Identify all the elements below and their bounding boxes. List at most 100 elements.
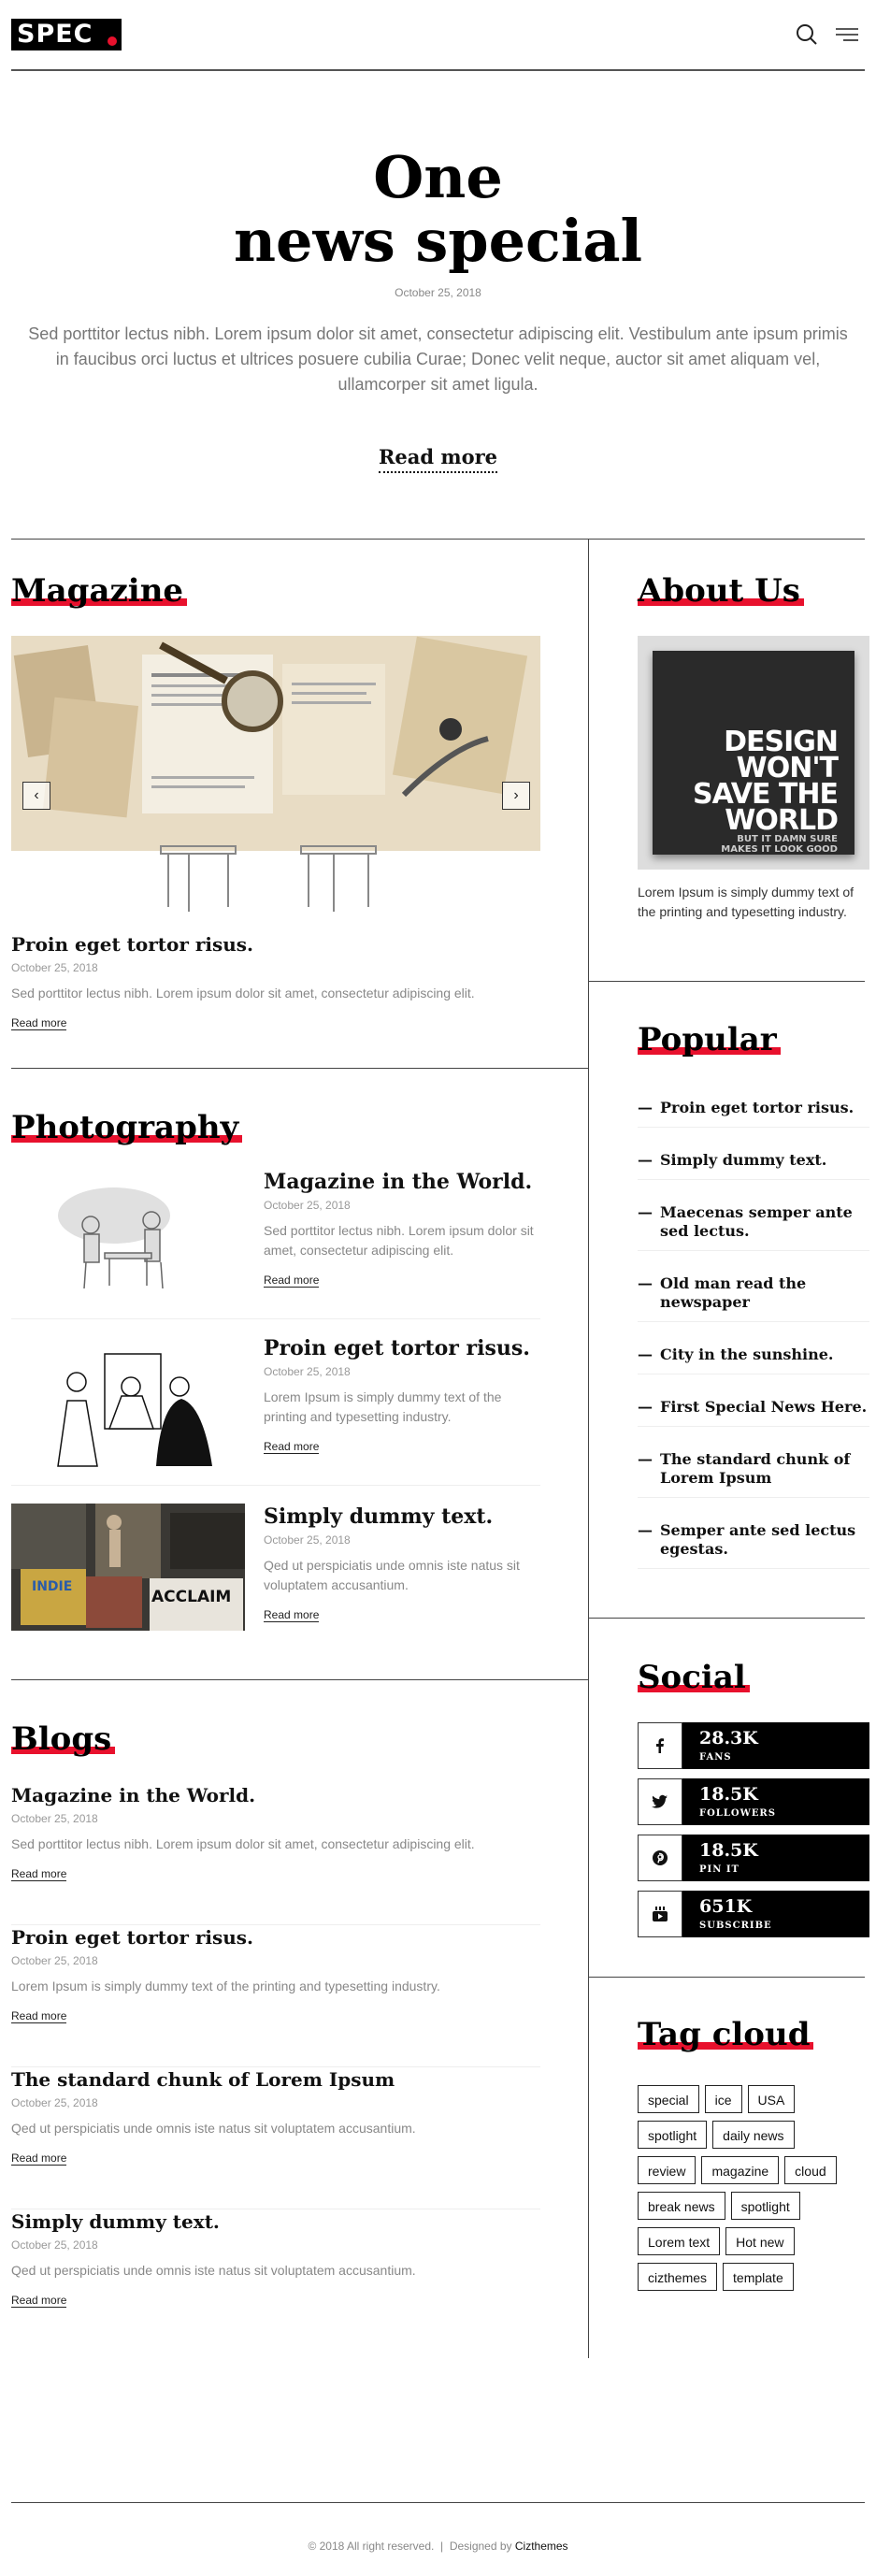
read-more-link[interactable]: Read more: [11, 2294, 67, 2308]
post-excerpt: Qed ut perspiciatis unde omnis iste natu…: [11, 2121, 416, 2136]
tag-item[interactable]: break news: [638, 2192, 725, 2220]
read-more-link[interactable]: Read more: [264, 1608, 320, 1622]
read-more-link[interactable]: Read more: [11, 2151, 67, 2166]
read-more-link[interactable]: Read more: [264, 1274, 320, 1288]
tag-item[interactable]: daily news: [712, 2121, 795, 2149]
post-title[interactable]: The standard chunk of Lorem Ipsum: [11, 2068, 540, 2091]
post-excerpt: Qed ut perspiciatis unde omnis iste natu…: [264, 1558, 520, 1592]
post-date: October 25, 2018: [11, 961, 98, 974]
social-heading: Social: [638, 1659, 750, 1696]
tag-item[interactable]: magazine: [701, 2156, 780, 2184]
popular-item[interactable]: — Proin eget tortor risus.: [638, 1099, 869, 1128]
footer-copyright: © 2018 All right reserved.: [308, 2540, 435, 2553]
menu-icon[interactable]: [834, 22, 858, 47]
post-excerpt: Lorem Ipsum is simply dummy text of the …: [11, 1979, 440, 1993]
social-facebook[interactable]: 28.3K FANS: [638, 1722, 869, 1769]
post-title[interactable]: Simply dummy text.: [11, 2210, 540, 2233]
section-divider: [588, 1977, 865, 1978]
post-date: October 25, 2018: [11, 1954, 98, 1967]
social-count: 18.5K: [699, 1840, 758, 1861]
read-more-link[interactable]: Read more: [11, 2009, 67, 2023]
popular-item[interactable]: — Old man read the newspaper: [638, 1274, 869, 1322]
shop-sign-indie: INDIE: [32, 1579, 72, 1594]
youtube-icon: [638, 1891, 682, 1937]
blogs-heading: Blogs: [11, 1720, 116, 1758]
post-title[interactable]: Magazine in the World.: [11, 1784, 540, 1806]
tag-item[interactable]: Lorem text: [638, 2227, 721, 2255]
social-pinterest[interactable]: 18.5K PIN IT: [638, 1835, 869, 1881]
social-label: PIN IT: [699, 1864, 740, 1875]
blog-post: Magazine in the World. October 25, 2018 …: [11, 1784, 540, 1925]
post-title[interactable]: Magazine in the World.: [264, 1171, 540, 1193]
read-more-link[interactable]: Read more: [11, 1867, 67, 1881]
hero-read-more-link[interactable]: Read more: [378, 445, 498, 473]
tag-item[interactable]: special: [638, 2085, 699, 2113]
post-date: October 25, 2018: [264, 1365, 351, 1378]
about-image: DESIGN WON'T SAVE THE WORLD BUT IT DAMN …: [638, 636, 869, 870]
post-thumbnail[interactable]: [11, 1335, 245, 1475]
tag-item[interactable]: cizthemes: [638, 2263, 718, 2291]
post-date: October 25, 2018: [11, 2238, 98, 2252]
popular-heading: Popular: [638, 1021, 781, 1058]
facebook-icon: [638, 1722, 682, 1769]
section-divider: [11, 539, 865, 540]
tag-item[interactable]: Hot new: [725, 2227, 795, 2255]
post-title[interactable]: Proin eget tortor risus.: [264, 1337, 540, 1360]
hero-title-line1: One: [373, 143, 503, 211]
section-divider: [11, 1679, 588, 1680]
popular-item[interactable]: — Maecenas semper ante sed lectus.: [638, 1203, 869, 1251]
popular-item[interactable]: — Semper ante sed lectus egestas.: [638, 1521, 869, 1569]
post-title[interactable]: Proin eget tortor risus.: [11, 1926, 540, 1949]
search-icon[interactable]: [795, 22, 819, 47]
slider-next-button[interactable]: ›: [502, 782, 530, 810]
post-title[interactable]: Proin eget tortor risus.: [11, 933, 540, 956]
social-count: 28.3K: [699, 1728, 758, 1749]
post-excerpt: Sed porttitor lectus nibh. Lorem ipsum d…: [11, 986, 475, 1000]
chevron-right-icon: ›: [513, 787, 519, 803]
tag-item[interactable]: spotlight: [730, 2192, 800, 2220]
social-twitter[interactable]: 18.5K FOLLOWERS: [638, 1778, 869, 1825]
tag-item[interactable]: ice: [704, 2085, 742, 2113]
tag-item[interactable]: template: [723, 2263, 794, 2291]
post-title[interactable]: Simply dummy text.: [264, 1505, 540, 1528]
social-label: FOLLOWERS: [699, 1808, 776, 1819]
section-divider: [11, 1068, 588, 1069]
tag-cloud-heading: Tag cloud: [638, 2016, 814, 2053]
social-count: 651K: [699, 1896, 753, 1917]
popular-item[interactable]: — City in the sunshine.: [638, 1346, 869, 1374]
hero-description: Sed porttitor lectus nibh. Lorem ipsum d…: [28, 324, 848, 394]
post-date: October 25, 2018: [264, 1533, 351, 1547]
about-text: Lorem Ipsum is simply dummy text of the …: [638, 885, 854, 919]
tag-item[interactable]: USA: [747, 2085, 796, 2113]
social-youtube[interactable]: 651K SUBSCRIBE: [638, 1891, 869, 1937]
section-divider: [588, 1618, 865, 1619]
tag-item[interactable]: cloud: [784, 2156, 837, 2184]
site-header: SPEC: [11, 0, 865, 71]
about-image-small-line: BUT IT DAMN SURE: [737, 834, 838, 844]
footer-designed-by: Designed by: [449, 2540, 512, 2553]
read-more-link[interactable]: Read more: [264, 1440, 320, 1454]
vintage-papers-image: [11, 636, 540, 916]
popular-item[interactable]: — The standard chunk of Lorem Ipsum: [638, 1450, 869, 1498]
hero-section: One news special October 25, 2018 Sed po…: [0, 69, 876, 539]
slider-prev-button[interactable]: ‹: [22, 782, 50, 810]
post-date: October 25, 2018: [11, 1812, 98, 1825]
social-label: SUBSCRIBE: [699, 1921, 772, 1931]
tag-item[interactable]: spotlight: [638, 2121, 708, 2149]
site-logo[interactable]: SPEC: [11, 19, 122, 50]
post-excerpt: Sed porttitor lectus nibh. Lorem ipsum d…: [264, 1223, 534, 1258]
read-more-link[interactable]: Read more: [11, 1016, 67, 1030]
post-thumbnail[interactable]: [11, 1169, 245, 1309]
twitter-icon: [638, 1778, 682, 1825]
about-heading: About Us: [638, 572, 804, 610]
magazine-slider[interactable]: ‹ ›: [11, 636, 540, 916]
tag-item[interactable]: review: [638, 2156, 696, 2184]
about-image-big-line: WORLD: [725, 804, 839, 837]
footer-brand-link[interactable]: Cizthemes: [515, 2540, 568, 2553]
chevron-left-icon: ‹: [34, 787, 39, 803]
post-thumbnail[interactable]: INDIE ACCLAIM: [11, 1504, 245, 1631]
section-divider: [588, 981, 865, 982]
popular-item[interactable]: — Simply dummy text.: [638, 1151, 869, 1180]
popular-item[interactable]: — First Special News Here.: [638, 1398, 869, 1427]
record-store-image: INDIE ACCLAIM: [11, 1504, 245, 1631]
